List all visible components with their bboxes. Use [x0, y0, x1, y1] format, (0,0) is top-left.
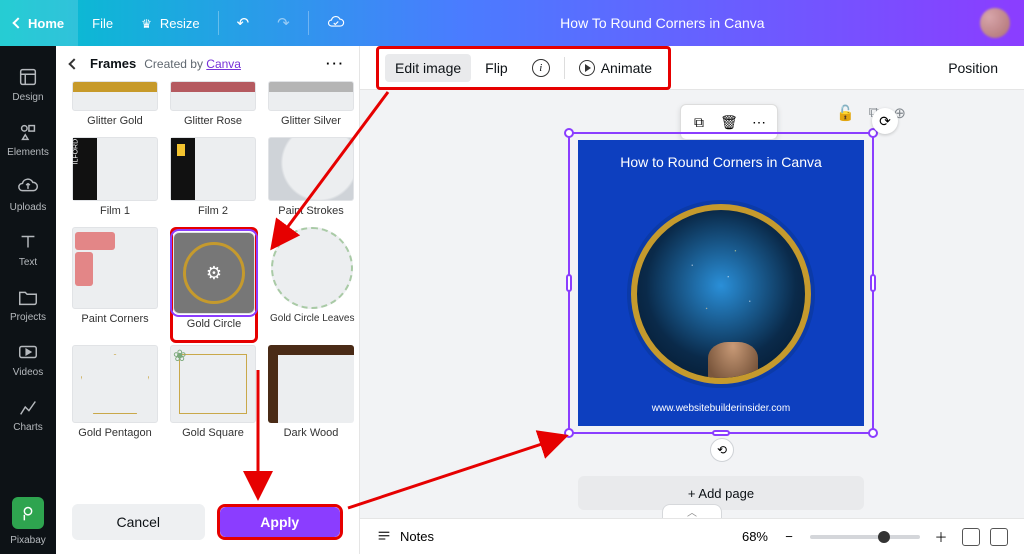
pages-drawer-handle[interactable]: ︿ [662, 504, 722, 518]
rail-pixabay-label: Pixabay [10, 535, 46, 546]
resize-handle[interactable] [566, 274, 572, 292]
undo-button[interactable]: ↶ [223, 0, 264, 46]
frame-gold-circle[interactable]: ⚙ Gold Circle [170, 227, 258, 343]
redo-button[interactable]: ↷ [263, 0, 304, 46]
frame-film-2[interactable]: Film 2 [170, 137, 256, 225]
home-button[interactable]: Home [0, 0, 78, 46]
cancel-button[interactable]: Cancel [72, 504, 205, 540]
frames-grid: Glitter Gold Glitter Rose Glitter Silver… [56, 81, 359, 504]
top-menu-bar: Home File Resize ↶ ↷ How To Round Corner… [0, 0, 1024, 46]
frame-gold-circle-leaves[interactable]: Gold Circle Leaves [270, 227, 354, 343]
resize-handle[interactable] [564, 128, 574, 138]
rail-charts[interactable]: Charts [0, 388, 56, 441]
zoom-value[interactable]: 68% [742, 529, 768, 544]
panel-meta: Created by Canva [144, 57, 241, 71]
lock-page-icon[interactable]: 🔓 [836, 104, 855, 122]
status-bar: Notes 68% − ＋ [360, 518, 1024, 554]
animate-icon [579, 60, 595, 76]
chevron-left-icon [12, 17, 23, 28]
frame-dark-wood[interactable]: Dark Wood [268, 345, 354, 447]
separator [218, 11, 219, 35]
fullscreen-icon[interactable] [990, 528, 1008, 546]
info-icon: i [532, 59, 550, 77]
left-nav-rail: Design Elements Uploads Text Projects Vi… [0, 46, 56, 554]
frame-gold-pentagon[interactable]: Gold Pentagon [72, 345, 158, 447]
flip-button[interactable]: Flip [475, 54, 518, 82]
rail-uploads[interactable]: Uploads [0, 168, 56, 221]
rail-design[interactable]: Design [0, 58, 56, 111]
divider [564, 57, 565, 79]
rotate-handle[interactable]: ⟳ [872, 108, 898, 134]
zoom-out-button[interactable]: − [778, 526, 800, 548]
frame-glitter-silver[interactable]: Glitter Silver [268, 81, 354, 135]
notes-button[interactable]: Notes [376, 529, 434, 545]
animate-button[interactable]: Animate [569, 54, 662, 82]
info-button[interactable]: i [522, 53, 560, 83]
sliders-icon: ⚙ [206, 263, 222, 284]
author-link[interactable]: Canva [206, 57, 241, 71]
user-avatar[interactable] [980, 8, 1010, 38]
resize-menu[interactable]: Resize [127, 0, 214, 46]
cloud-check-icon [327, 14, 345, 32]
panel-title: Frames [90, 56, 136, 71]
zoom-in-button[interactable]: ＋ [930, 526, 952, 548]
rail-projects[interactable]: Projects [0, 278, 56, 331]
sync-status-icon[interactable] [313, 0, 359, 46]
resize-handle[interactable] [564, 428, 574, 438]
file-menu[interactable]: File [78, 0, 127, 46]
ctx-highlight-box: Edit image Flip i Animate [376, 46, 671, 90]
frames-panel: Frames Created by Canva ··· Glitter Gold… [56, 46, 360, 554]
frame-glitter-gold[interactable]: Glitter Gold [72, 81, 158, 135]
frame-gold-square[interactable]: Gold Square [170, 345, 256, 447]
frame-paint-strokes[interactable]: Paint Strokes [268, 137, 354, 225]
document-title[interactable]: How To Round Corners in Canva [359, 15, 966, 31]
zoom-thumb[interactable] [878, 531, 890, 543]
context-toolbar: Edit image Flip i Animate Position [360, 46, 1024, 90]
panel-actions: Cancel Apply [56, 504, 359, 554]
resize-handle[interactable] [712, 430, 730, 436]
panel-more-button[interactable]: ··· [326, 56, 345, 71]
selection-box[interactable]: ⟳ [568, 132, 874, 434]
crown-icon [141, 16, 154, 31]
frame-paint-corners[interactable]: Paint Corners [72, 227, 158, 343]
panel-back-button[interactable] [68, 58, 79, 69]
edit-image-button[interactable]: Edit image [385, 54, 471, 82]
rail-text[interactable]: Text [0, 223, 56, 276]
apply-button[interactable]: Apply [220, 507, 341, 537]
relayout-button[interactable]: ⟲ [710, 438, 734, 462]
apply-highlight: Apply [217, 504, 344, 540]
canvas-stage[interactable]: 🔓 ⧉ ⊕ ⧉ 🗑 ⋯ How to Round Corners in Canv… [360, 90, 1024, 518]
add-page-button[interactable]: + Add page [578, 476, 864, 510]
resize-handle[interactable] [870, 274, 876, 292]
resize-handle[interactable] [868, 428, 878, 438]
rail-pixabay[interactable] [12, 497, 44, 529]
notes-icon [376, 529, 392, 545]
position-button[interactable]: Position [938, 54, 1008, 82]
frame-film-1[interactable]: Film 1 [72, 137, 158, 225]
rail-elements[interactable]: Elements [0, 113, 56, 166]
frame-glitter-rose[interactable]: Glitter Rose [170, 81, 256, 135]
grid-view-icon[interactable] [962, 528, 980, 546]
home-label: Home [28, 16, 64, 31]
separator [308, 11, 309, 35]
panel-header: Frames Created by Canva ··· [56, 46, 359, 81]
rail-videos[interactable]: Videos [0, 333, 56, 386]
zoom-slider[interactable] [810, 535, 920, 539]
